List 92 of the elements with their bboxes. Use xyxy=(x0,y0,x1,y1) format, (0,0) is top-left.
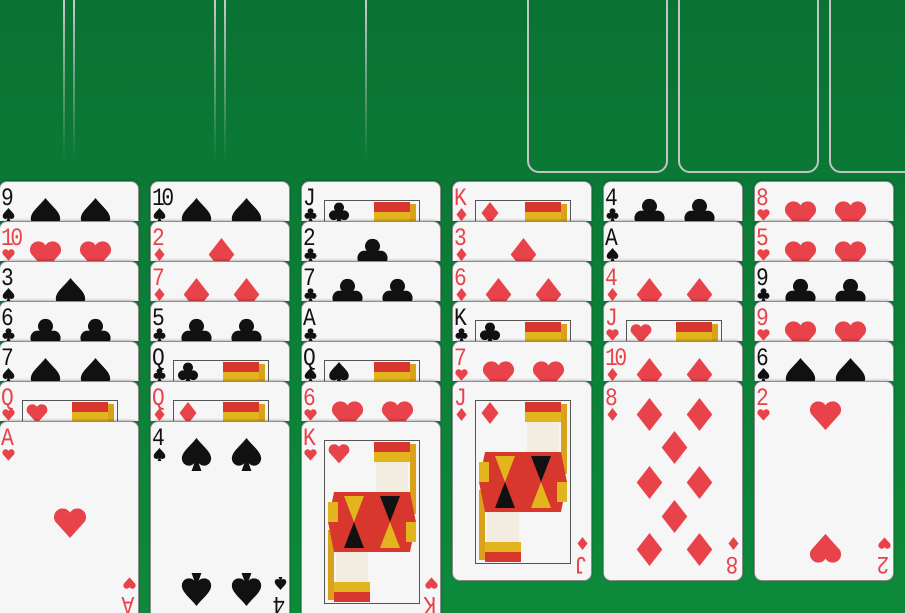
playing-card[interactable]: J xyxy=(603,301,743,341)
playing-card[interactable]: K xyxy=(452,181,592,221)
card-rank: 8 xyxy=(605,386,614,412)
card-rank: 7 xyxy=(303,266,312,292)
card-rank: Q xyxy=(152,386,162,412)
card-rank: 6 xyxy=(303,386,312,412)
card-rank: Q xyxy=(1,386,10,412)
playing-card[interactable]: 4 xyxy=(603,261,743,301)
heart-icon xyxy=(425,577,438,590)
card-rank: J xyxy=(578,550,588,576)
spade-icon xyxy=(274,577,287,590)
heart-icon xyxy=(26,402,48,421)
card-rank: 2 xyxy=(880,550,890,576)
card-rank: 10 xyxy=(605,346,624,372)
playing-card[interactable]: Q xyxy=(150,341,290,381)
playing-card[interactable]: Q xyxy=(0,381,139,421)
playing-card[interactable]: 2 xyxy=(150,221,290,261)
card-rank: 2 xyxy=(152,226,162,252)
card-rank: 7 xyxy=(1,346,10,372)
card-rank: K xyxy=(454,186,464,212)
playing-card[interactable]: 6 xyxy=(754,341,894,381)
club-icon xyxy=(177,362,199,381)
card-rank: A xyxy=(1,426,10,452)
club-icon xyxy=(328,202,350,221)
playing-card[interactable]: 8 xyxy=(754,181,894,221)
playing-card[interactable]: 7 xyxy=(0,341,139,381)
club-icon xyxy=(479,322,501,341)
playing-card[interactable]: 3 xyxy=(0,261,139,301)
card-rank: 9 xyxy=(756,306,766,332)
playing-card[interactable]: 5 xyxy=(754,221,894,261)
card-rank: 10 xyxy=(152,186,171,212)
card-rank: 4 xyxy=(605,266,614,292)
diamond-icon xyxy=(479,402,501,424)
card-rank: 9 xyxy=(756,266,766,292)
card-rank: 4 xyxy=(152,426,162,452)
playing-card[interactable]: 9 xyxy=(754,261,894,301)
playing-card[interactable]: 7 xyxy=(301,261,441,301)
card-rank: 6 xyxy=(756,346,766,372)
diamond-icon xyxy=(727,537,740,550)
diamond-icon xyxy=(576,537,589,550)
card-rank: A xyxy=(303,306,312,332)
spade-icon xyxy=(328,362,350,381)
foundation-slot[interactable] xyxy=(527,0,668,173)
heart-icon xyxy=(630,322,652,341)
card-rank: J xyxy=(303,186,312,212)
playing-card[interactable]: 6 xyxy=(452,261,592,301)
card-rank: 7 xyxy=(454,346,464,372)
card-rank: 9 xyxy=(1,186,10,212)
playing-card[interactable]: 9 xyxy=(754,301,894,341)
card-rank: 2 xyxy=(756,386,766,412)
playing-card[interactable]: 10 xyxy=(150,181,290,221)
card-rank: Q xyxy=(303,346,312,372)
playing-card[interactable]: 6 xyxy=(0,301,139,341)
playing-card[interactable]: K xyxy=(452,301,592,341)
playing-card[interactable]: 7 xyxy=(150,261,290,301)
card-rank: J xyxy=(605,306,614,332)
spade-icon xyxy=(230,572,262,606)
playing-card[interactable]: 8 8 xyxy=(603,381,743,581)
playing-card[interactable]: 10 xyxy=(0,221,139,261)
spade-icon xyxy=(180,438,212,472)
card-rank: 7 xyxy=(152,266,162,292)
spade-icon xyxy=(230,438,262,472)
card-rank: 6 xyxy=(454,266,464,292)
playing-card[interactable]: 4 xyxy=(603,181,743,221)
heart-icon xyxy=(328,442,350,464)
card-rank: A xyxy=(605,226,614,252)
playing-card[interactable]: J xyxy=(301,181,441,221)
heart-icon xyxy=(878,537,891,550)
card-rank: J xyxy=(454,386,464,412)
card-rank: K xyxy=(454,306,464,332)
card-rank: 5 xyxy=(152,306,162,332)
card-rank: 4 xyxy=(605,186,614,212)
playing-card[interactable]: A xyxy=(301,301,441,341)
foundation-slot[interactable] xyxy=(678,0,819,173)
card-rank: 3 xyxy=(454,226,464,252)
heart-icon xyxy=(123,577,136,590)
card-rank: 8 xyxy=(756,186,766,212)
playing-card[interactable]: A xyxy=(603,221,743,261)
playing-card[interactable]: J J xyxy=(452,381,592,581)
card-rank: 3 xyxy=(1,266,10,292)
card-rank: 6 xyxy=(1,306,10,332)
spade-icon xyxy=(180,572,212,606)
card-rank: 5 xyxy=(756,226,766,252)
playing-card[interactable]: 9 xyxy=(0,181,139,221)
playing-card[interactable]: 2 2 xyxy=(754,381,894,581)
card-rank: 10 xyxy=(1,226,20,252)
card-rank: Q xyxy=(152,346,162,372)
playing-card[interactable]: Q xyxy=(301,341,441,381)
playing-card[interactable]: 5 xyxy=(150,301,290,341)
card-rank: K xyxy=(303,426,312,452)
card-rank: 2 xyxy=(303,226,312,252)
card-rank: 8 xyxy=(728,550,738,576)
